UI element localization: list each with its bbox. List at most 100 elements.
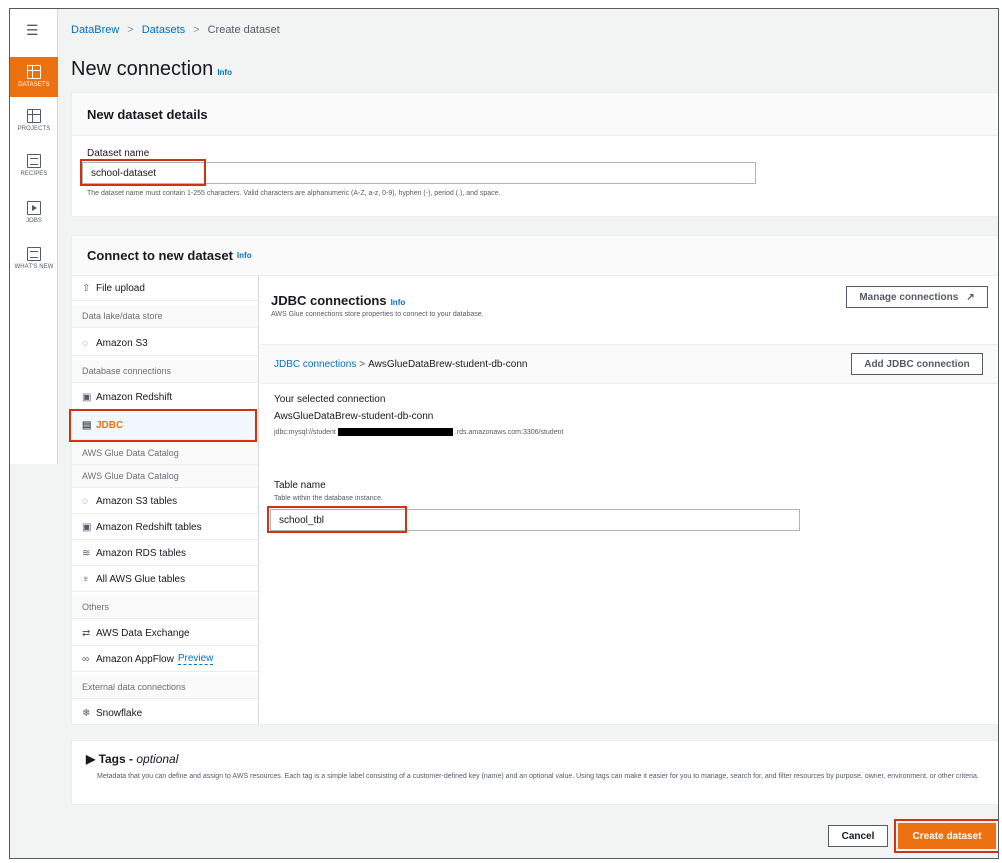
- dataset-details-panel: New dataset details Dataset name school-…: [71, 92, 998, 217]
- list-item-label: Amazon Redshift tables: [96, 521, 202, 533]
- bucket-icon: ◌: [82, 337, 88, 349]
- breadcrumb-datasets[interactable]: Datasets: [142, 24, 185, 36]
- source-redshift-tables[interactable]: ▣ Amazon Redshift tables: [72, 515, 258, 540]
- info-link[interactable]: Info: [217, 68, 232, 77]
- cancel-button[interactable]: Cancel: [828, 825, 888, 847]
- connection-bar: JDBC connections > AwsGlueDataBrew-student…: [260, 344, 998, 384]
- chevron-right-icon: >: [359, 359, 366, 370]
- footer-actions: Cancel Create dataset: [71, 813, 998, 858]
- page-title: New connection Info: [71, 58, 232, 81]
- sidebar-item-label: JOBS: [25, 218, 43, 224]
- list-item-label: All AWS Glue tables: [96, 573, 186, 585]
- connection-current: AwsGlueDataBrew-student-db-conn: [368, 359, 528, 370]
- source-appflow[interactable]: ∞ Amazon AppFlow Preview: [72, 647, 258, 672]
- sidebar-item-label: RECIPES: [20, 171, 48, 177]
- app-frame: ☰ DATASETS PROJECTS RECIPES JOBS WHAT'S …: [9, 8, 999, 859]
- add-jdbc-connection-button[interactable]: Add JDBC connection: [851, 353, 983, 375]
- breadcrumb-databrew[interactable]: DataBrew: [71, 24, 119, 36]
- caret-right-icon: ▶: [86, 752, 99, 766]
- source-s3-tables[interactable]: ◌ Amazon S3 tables: [72, 489, 258, 514]
- highlight-box: [80, 159, 206, 186]
- table-name-label: Table name: [274, 480, 326, 491]
- url-prefix: jdbc:mysql://student: [274, 428, 336, 436]
- sidebar-item-label: PROJECTS: [17, 126, 51, 132]
- list-item-label: File upload: [96, 282, 145, 294]
- group-data-lake: Data lake/data store: [72, 305, 258, 328]
- redshift-icon: ▣: [82, 521, 92, 533]
- appflow-icon: ∞: [82, 653, 90, 665]
- chevron-right-icon: >: [193, 24, 200, 36]
- source-file-upload[interactable]: ⇧ File upload: [72, 276, 258, 301]
- url-suffix: .rds.amazonaws.com:3306/student: [454, 428, 564, 436]
- source-amazon-redshift[interactable]: ▣ Amazon Redshift: [72, 385, 258, 410]
- connection-url: jdbc:mysql://student .rds.amazonaws.com:3…: [274, 428, 563, 436]
- jobs-icon: [27, 201, 41, 215]
- table-name-hint: Table within the database instance.: [274, 495, 383, 502]
- selected-connection-name: AwsGlueDataBrew-student-db-conn: [274, 411, 434, 422]
- source-data-exchange[interactable]: ⇄ AWS Data Exchange: [72, 621, 258, 646]
- manage-connections-button[interactable]: Manage connections ↗: [846, 286, 988, 308]
- external-link-icon: ↗: [966, 291, 975, 303]
- source-all-glue-tables[interactable]: ♆ All AWS Glue tables: [72, 567, 258, 592]
- list-item-label: Amazon S3: [96, 337, 148, 349]
- list-item-label: Amazon S3 tables: [96, 495, 178, 507]
- sidebar-item-label: DATASETS: [18, 82, 50, 88]
- list-item-label: Snowflake: [96, 707, 143, 719]
- source-amazon-s3[interactable]: ◌ Amazon S3: [72, 331, 258, 356]
- tags-title-text: Tags -: [98, 752, 134, 766]
- sidebar-item-datasets[interactable]: DATASETS: [10, 57, 58, 97]
- list-item-label: Amazon RDS tables: [96, 547, 187, 559]
- highlight-box: [267, 506, 407, 533]
- tags-panel: ▶ Tags - optional Metadata that you can …: [71, 740, 998, 805]
- whats-new-icon: [27, 247, 41, 261]
- highlight-box: [894, 819, 998, 853]
- connect-dataset-panel: Connect to new dataset Info ⇧ File upload …: [69, 235, 998, 725]
- rds-icon: ≋: [82, 547, 91, 559]
- datasets-icon: [27, 65, 41, 79]
- bucket-icon: ◌: [82, 495, 88, 507]
- button-label: Manage connections: [859, 291, 959, 303]
- selected-connection-label: Your selected connection: [274, 394, 386, 405]
- source-rds-tables[interactable]: ≋ Amazon RDS tables: [72, 541, 258, 566]
- group-glue-catalog: AWS Glue Data Catalog: [72, 442, 258, 465]
- upload-icon: ⇧: [82, 282, 91, 294]
- sidebar-item-label: WHAT'S NEW: [14, 264, 54, 270]
- preview-link[interactable]: Preview: [177, 653, 214, 665]
- jdbc-panel: JDBC connections Info AWS Glue connection…: [260, 276, 998, 724]
- source-snowflake[interactable]: ❄ Snowflake: [72, 701, 258, 724]
- recipes-icon: [27, 154, 41, 168]
- group-database-connections: Database connections: [72, 360, 258, 383]
- info-link[interactable]: Info: [237, 251, 252, 260]
- snowflake-icon: ❄: [82, 707, 91, 719]
- sidebar-item-projects[interactable]: PROJECTS: [10, 109, 58, 132]
- list-item-label: Amazon AppFlow: [96, 653, 174, 665]
- exchange-icon: ⇄: [82, 627, 91, 639]
- group-glue-catalog: AWS Glue Data Catalog: [72, 465, 258, 488]
- tags-toggle[interactable]: ▶ Tags - optional: [86, 752, 178, 766]
- info-link[interactable]: Info: [391, 298, 406, 307]
- tags-description: Metadata that you can define and assign …: [97, 773, 979, 780]
- dataset-name-label: Dataset name: [87, 148, 150, 159]
- jdbc-description: AWS Glue connections store properties to…: [271, 311, 484, 318]
- projects-icon: [27, 109, 41, 123]
- dataset-name-hint: The dataset name must contain 1-255 char…: [87, 190, 501, 197]
- page-title-text: New connection: [71, 58, 214, 80]
- sidebar-item-jobs[interactable]: JOBS: [10, 201, 58, 224]
- list-item-label: AWS Data Exchange: [96, 627, 190, 639]
- jdbc-title: JDBC connections Info: [271, 293, 405, 308]
- connection-breadcrumb: JDBC connections > AwsGlueDataBrew-student…: [274, 359, 527, 370]
- tags-optional: optional: [136, 752, 179, 766]
- panel-header: Connect to new dataset Info: [72, 236, 998, 276]
- chevron-right-icon: >: [127, 24, 134, 36]
- panel-title: Connect to new dataset: [87, 248, 233, 263]
- source-list: ⇧ File upload Data lake/data store ◌ Amazo…: [72, 276, 259, 724]
- jdbc-connections-link[interactable]: JDBC connections: [274, 359, 356, 370]
- sidebar-item-whats-new[interactable]: WHAT'S NEW: [10, 247, 58, 270]
- sidebar: ☰ DATASETS PROJECTS RECIPES JOBS WHAT'S …: [10, 9, 58, 464]
- menu-icon[interactable]: ☰: [26, 23, 40, 37]
- sidebar-item-recipes[interactable]: RECIPES: [10, 154, 58, 177]
- breadcrumb-current: Create dataset: [207, 24, 280, 36]
- redshift-icon: ▣: [82, 391, 92, 403]
- redaction-bar: [337, 428, 453, 436]
- jdbc-title-text: JDBC connections: [271, 293, 387, 308]
